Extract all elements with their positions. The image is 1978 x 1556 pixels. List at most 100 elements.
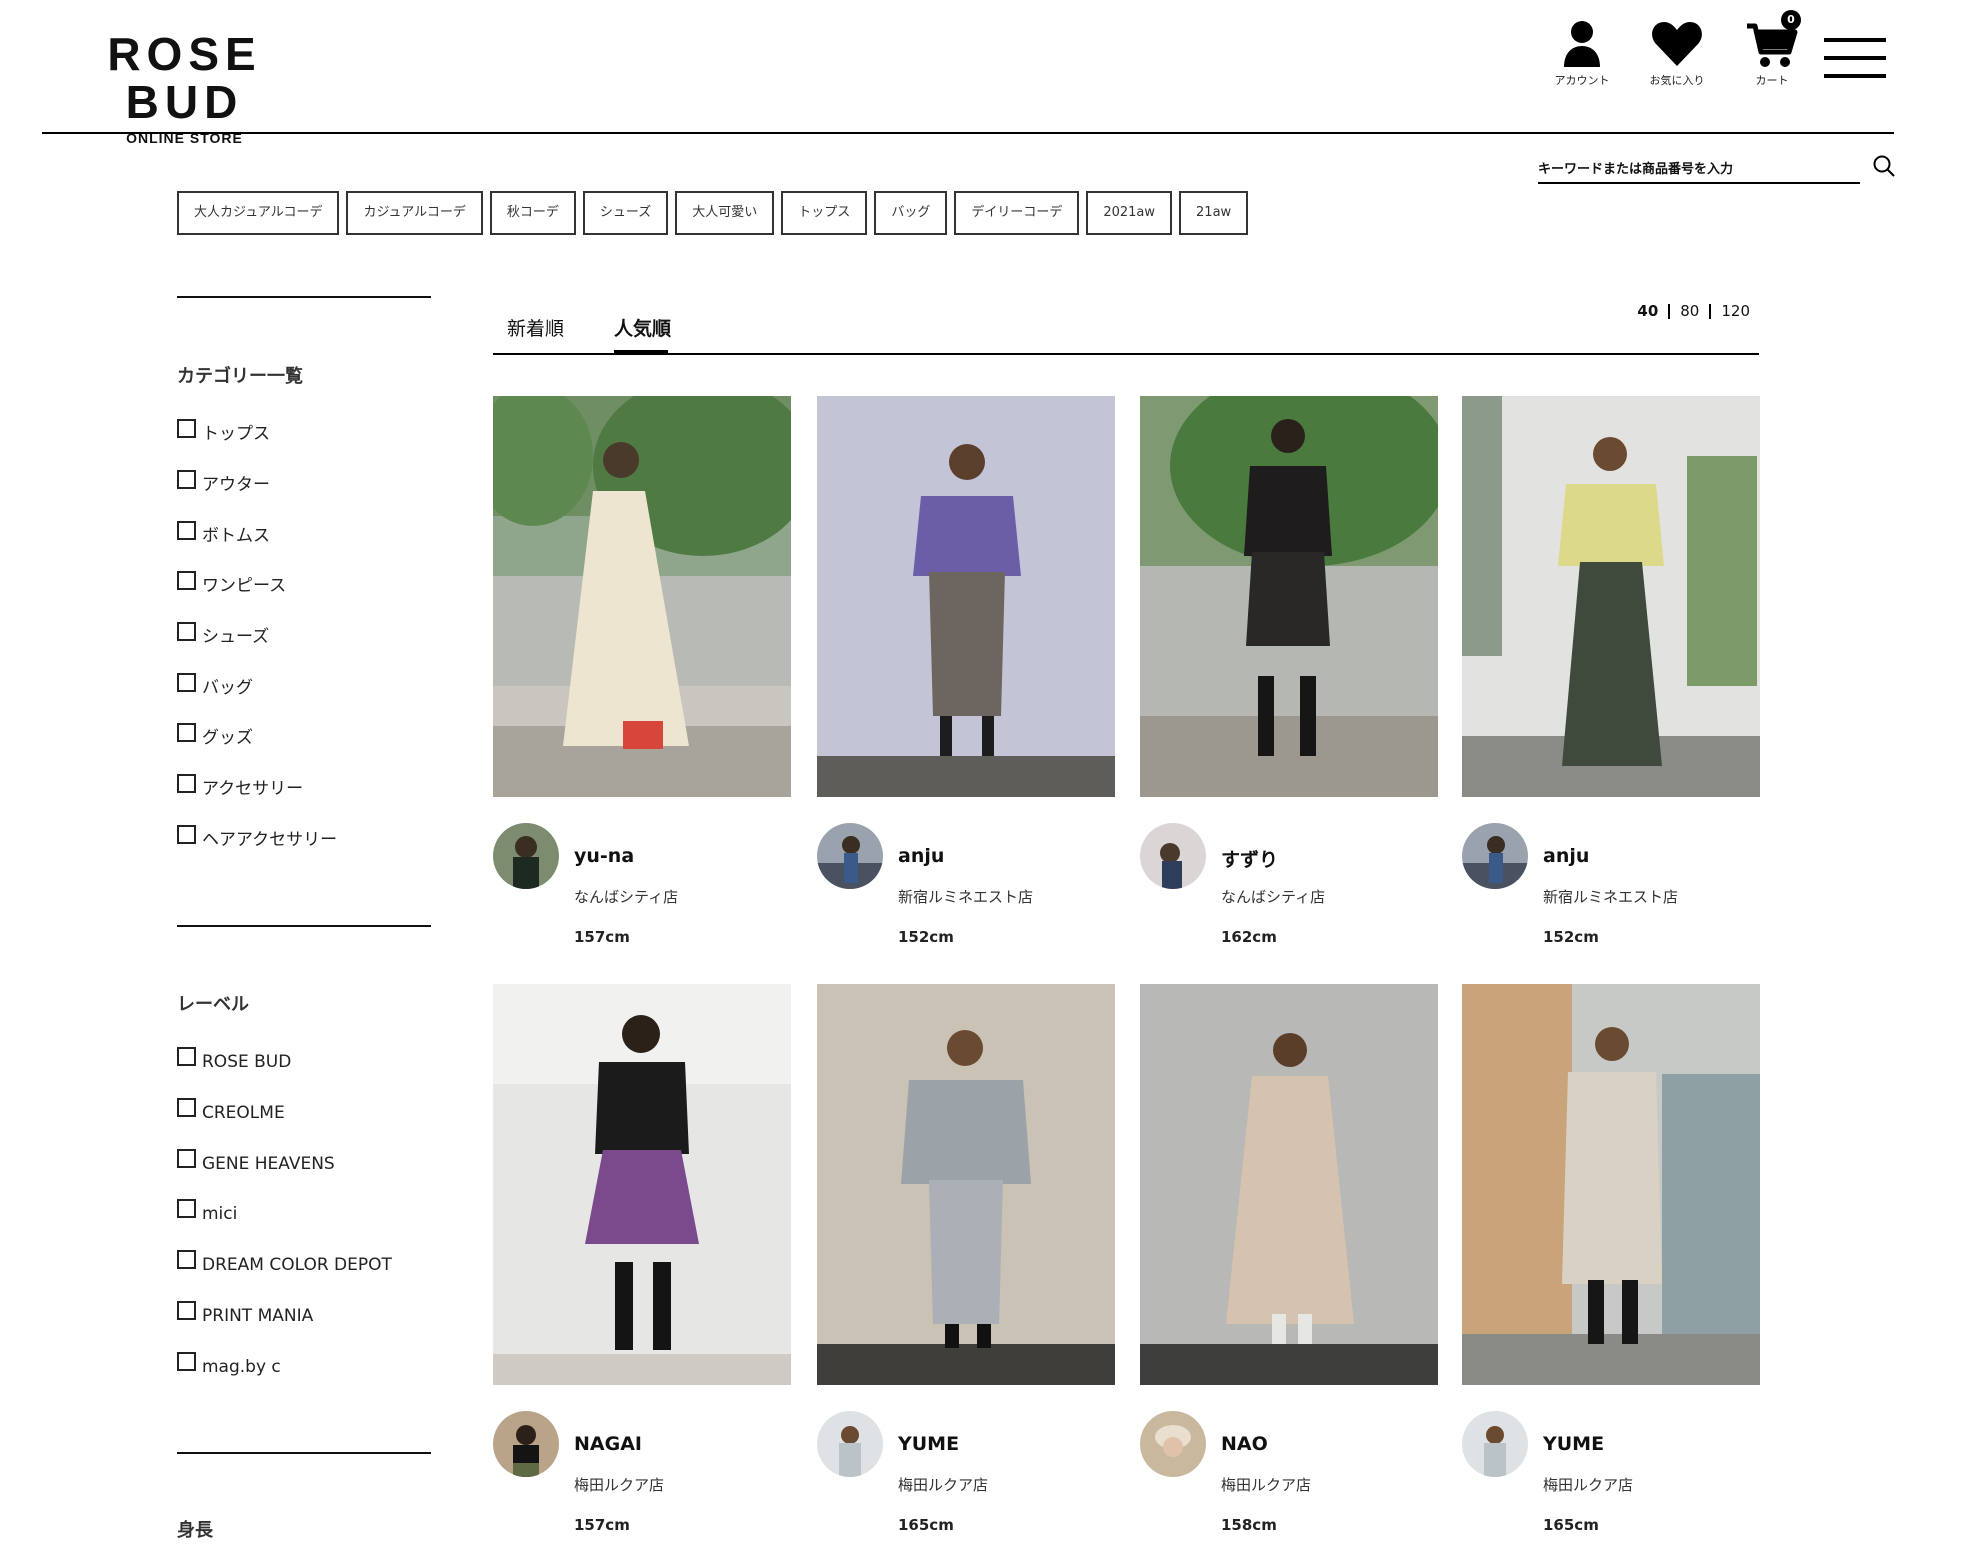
checkbox[interactable] [177, 1301, 196, 1320]
checkbox[interactable] [177, 521, 196, 540]
cart-button[interactable]: 0 カート [1727, 10, 1817, 88]
coordinate-photo[interactable] [817, 984, 1115, 1385]
checkbox[interactable] [177, 622, 196, 641]
coordinate-photo[interactable] [817, 396, 1115, 797]
tag-item[interactable]: 秋コーデ [489, 191, 576, 235]
coordinate-photo[interactable] [1462, 396, 1760, 797]
account-button[interactable]: アカウント [1537, 20, 1627, 88]
tag-item[interactable]: シューズ [582, 191, 669, 235]
menu-bar [1824, 56, 1886, 60]
checkbox[interactable] [177, 825, 196, 844]
staff-name[interactable]: YUME [1543, 1433, 1604, 1455]
staff-name[interactable]: NAGAI [574, 1433, 642, 1455]
sort-divider [493, 353, 1759, 355]
staff-shop: 梅田ルクア店 [1543, 1476, 1634, 1494]
checkbox[interactable] [177, 1199, 196, 1218]
staff-profile: NAGAI 梅田ルクア店 157cm [493, 1385, 791, 1535]
staff-profile: すずり なんばシティ店 162cm [1140, 797, 1438, 947]
tag-item[interactable]: トップス [781, 191, 868, 235]
coordinate-card[interactable]: yu-na なんばシティ店 157cm [493, 396, 791, 947]
tag-item[interactable]: 大人可愛い [675, 191, 775, 235]
staff-avatar[interactable] [1140, 823, 1206, 889]
label-filter[interactable]: mag.by c [177, 1351, 281, 1377]
checkbox[interactable] [177, 1149, 196, 1168]
checkbox[interactable] [177, 1098, 196, 1117]
coordinate-photo[interactable] [493, 984, 791, 1385]
staff-name[interactable]: anju [1543, 845, 1589, 867]
checkbox[interactable] [177, 1352, 196, 1371]
label-filter[interactable]: ROSE BUD [177, 1046, 291, 1072]
category-filter[interactable]: ワンピース [177, 570, 286, 596]
category-filter[interactable]: ボトムス [177, 520, 270, 546]
checkbox[interactable] [177, 571, 196, 590]
checkbox[interactable] [177, 1047, 196, 1066]
staff-avatar[interactable] [493, 823, 559, 889]
coordinate-card[interactable]: NAGAI 梅田ルクア店 157cm [493, 984, 791, 1535]
coordinate-card[interactable]: anju 新宿ルミネエスト店 152cm [817, 396, 1115, 947]
staff-name[interactable]: すずり [1221, 845, 1278, 872]
category-label: ボトムス [202, 526, 270, 546]
per-page-option[interactable]: 120 [1721, 302, 1750, 320]
tag-item[interactable]: バッグ [874, 191, 948, 235]
tab-popular[interactable]: 人気順 [614, 314, 671, 341]
coordinate-card[interactable]: NAO 梅田ルクア店 158cm [1140, 984, 1438, 1535]
coordinate-photo[interactable] [1462, 984, 1760, 1385]
staff-shop: 梅田ルクア店 [898, 1476, 989, 1494]
coordinate-photo[interactable] [493, 396, 791, 797]
category-filter[interactable]: アウター [177, 469, 270, 495]
label-filter[interactable]: mici [177, 1198, 237, 1224]
heart-icon [1652, 22, 1702, 66]
tag-item[interactable]: 21aw [1179, 191, 1249, 235]
label-filter[interactable]: CREOLME [177, 1097, 285, 1123]
staff-name[interactable]: YUME [898, 1433, 959, 1455]
label-name: ROSE BUD [202, 1052, 292, 1072]
coordinate-photo[interactable] [1140, 396, 1438, 797]
menu-button[interactable] [1824, 36, 1886, 80]
checkbox[interactable] [177, 470, 196, 489]
category-filter[interactable]: グッズ [177, 722, 253, 748]
staff-avatar[interactable] [1462, 823, 1528, 889]
staff-avatar[interactable] [817, 1411, 883, 1477]
coordinate-card[interactable]: すずり なんばシティ店 162cm [1140, 396, 1438, 947]
search-icon[interactable] [1872, 154, 1896, 178]
search-input[interactable] [1538, 156, 1860, 184]
checkbox[interactable] [177, 1250, 196, 1269]
checkbox[interactable] [177, 673, 196, 692]
category-filter[interactable]: アクセサリー [177, 773, 303, 799]
coordinate-photo[interactable] [1140, 984, 1438, 1385]
label-filter[interactable]: DREAM COLOR DEPOT [177, 1249, 392, 1275]
category-filter[interactable]: シューズ [177, 621, 269, 647]
separator [1709, 303, 1712, 319]
checkbox[interactable] [177, 419, 196, 438]
staff-name[interactable]: anju [898, 845, 944, 867]
per-page-option[interactable]: 80 [1680, 302, 1699, 320]
checkbox[interactable] [177, 774, 196, 793]
category-filter[interactable]: ヘアアクセサリー [177, 824, 337, 850]
staff-name[interactable]: yu-na [574, 845, 634, 867]
coordinate-card[interactable]: YUME 梅田ルクア店 165cm [1462, 984, 1760, 1535]
tag-item[interactable]: デイリーコーデ [954, 191, 1080, 235]
checkbox[interactable] [177, 723, 196, 742]
staff-profile: YUME 梅田ルクア店 165cm [1462, 1385, 1760, 1535]
tag-list: 大人カジュアルコーデ カジュアルコーデ 秋コーデ シューズ 大人可愛い トップス… [177, 191, 1249, 235]
category-filter[interactable]: バッグ [177, 672, 253, 698]
sidebar-divider [177, 1452, 431, 1454]
category-filter[interactable]: トップス [177, 418, 270, 444]
label-filter[interactable]: PRINT MANIA [177, 1300, 313, 1326]
tag-item[interactable]: 2021aw [1086, 191, 1173, 235]
staff-name[interactable]: NAO [1221, 1433, 1268, 1455]
coordinate-card[interactable]: anju 新宿ルミネエスト店 152cm [1462, 396, 1760, 947]
staff-avatar[interactable] [1140, 1411, 1206, 1477]
tag-item[interactable]: カジュアルコーデ [346, 191, 483, 235]
tag-item[interactable]: 大人カジュアルコーデ [177, 191, 340, 235]
label-name: mag.by c [202, 1357, 281, 1377]
staff-avatar[interactable] [1462, 1411, 1528, 1477]
store-logo[interactable]: ROSE BUD ONLINE STORE [42, 30, 327, 146]
staff-avatar[interactable] [493, 1411, 559, 1477]
staff-avatar[interactable] [817, 823, 883, 889]
label-filter[interactable]: GENE HEAVENS [177, 1148, 335, 1174]
per-page-option[interactable]: 40 [1637, 302, 1658, 320]
favorites-button[interactable]: お気に入り [1632, 20, 1722, 88]
coordinate-card[interactable]: YUME 梅田ルクア店 165cm [817, 984, 1115, 1535]
tab-newest[interactable]: 新着順 [507, 314, 564, 341]
